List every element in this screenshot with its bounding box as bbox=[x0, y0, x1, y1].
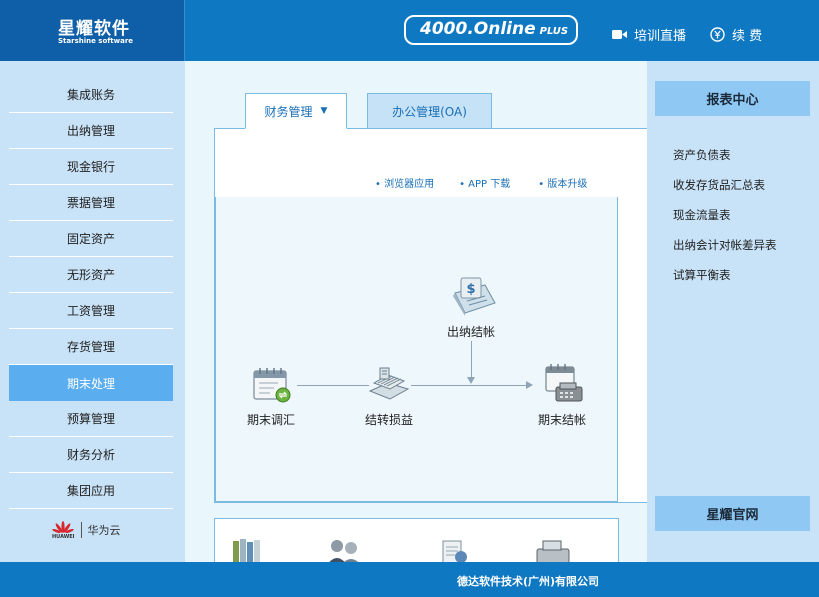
cash-register-icon[interactable] bbox=[533, 537, 573, 562]
sidebar-item-financial-analysis[interactable]: 财务分析 bbox=[9, 437, 173, 473]
version-upgrade-link[interactable]: • 版本升级 bbox=[538, 175, 587, 190]
report-center-button[interactable]: 报表中心 bbox=[655, 81, 810, 116]
calendar-register-icon bbox=[545, 364, 583, 402]
arrow-right-icon bbox=[526, 381, 533, 389]
users-icon[interactable] bbox=[323, 537, 367, 562]
arrow-down-icon bbox=[467, 377, 475, 384]
tab-finance[interactable]: 财务管理 ▼ bbox=[245, 93, 347, 129]
flow-node-exchange-adjust-label: 期末调汇 bbox=[246, 413, 295, 427]
brand-name: 4000.Online bbox=[420, 19, 536, 39]
sidebar-item-fixed-assets[interactable]: 固定资产 bbox=[9, 221, 173, 257]
brand-suffix: PLUS bbox=[539, 26, 569, 37]
left-sidebar: 集成账务 出纳管理 现金银行 票据管理 固定资产 无形资产 工资管理 存货管理 … bbox=[0, 61, 185, 562]
flow-node-exchange-adjust[interactable]: 期末调汇 bbox=[243, 365, 299, 428]
yen-coin-icon bbox=[710, 27, 725, 42]
period-end-flow-panel bbox=[215, 197, 618, 502]
binders-icon[interactable] bbox=[231, 537, 265, 562]
flow-node-cashier-close[interactable]: $ 出纳结帐 bbox=[443, 275, 499, 340]
sidebar-item-period-end[interactable]: 期末处理 bbox=[9, 365, 173, 401]
flow-node-period-close[interactable]: 期末结帐 bbox=[533, 363, 591, 428]
sidebar-item-cash-bank[interactable]: 现金银行 bbox=[9, 149, 173, 185]
flow-node-cashier-close-label: 出纳结帐 bbox=[446, 325, 495, 339]
documents-icon[interactable] bbox=[437, 537, 471, 562]
sidebar-item-integrated-accounting[interactable]: 集成账务 bbox=[9, 77, 173, 113]
cashier-close-icon: $ bbox=[453, 277, 496, 316]
logo-subtitle: Starshine software bbox=[58, 37, 134, 45]
product-brand: 4000.Online PLUS bbox=[404, 15, 578, 45]
official-website-button[interactable]: 星耀官网 bbox=[655, 496, 810, 531]
quick-links: • 浏览器应用 • APP 下载 • 版本升级 bbox=[375, 175, 587, 190]
main-content: 财务管理 ▼ 办公管理(OA) • 浏览器应用 • APP 下载 • 版本升级 … bbox=[185, 61, 647, 562]
tab-office-oa-label: 办公管理(OA) bbox=[392, 104, 467, 119]
app-download-link[interactable]: • APP 下载 bbox=[459, 175, 510, 190]
huawei-cloud-logo[interactable]: HUAWEI 华为云 bbox=[52, 520, 121, 540]
sidebar-item-intangible-assets[interactable]: 无形资产 bbox=[9, 257, 173, 293]
live-training-link[interactable]: 培训直播 bbox=[612, 25, 686, 44]
huawei-flower-icon bbox=[52, 521, 75, 533]
sidebar-item-budget[interactable]: 预算管理 bbox=[9, 401, 173, 437]
flow-connector bbox=[471, 341, 472, 379]
tab-finance-label: 财务管理 bbox=[264, 104, 313, 119]
dropdown-arrow-icon: ▼ bbox=[320, 106, 328, 116]
sidebar-item-group[interactable]: 集团应用 bbox=[9, 473, 173, 509]
report-trial-balance-link[interactable]: 试算平衡表 bbox=[673, 267, 731, 283]
sidebar-item-payroll[interactable]: 工资管理 bbox=[9, 293, 173, 329]
renew-label: 续 费 bbox=[732, 29, 763, 44]
flow-node-carry-forward[interactable]: 结转损益 bbox=[361, 365, 417, 428]
company-name: 德达软件技术(广州)有限公司 bbox=[457, 575, 600, 588]
partner-label: 华为云 bbox=[80, 522, 121, 538]
sidebar-item-inventory[interactable]: 存货管理 bbox=[9, 329, 173, 365]
flow-node-period-close-label: 期末结帐 bbox=[537, 413, 586, 427]
report-balance-sheet-link[interactable]: 资产负债表 bbox=[673, 147, 731, 163]
video-camera-icon bbox=[612, 30, 627, 39]
flow-connector bbox=[411, 385, 527, 386]
logo[interactable]: 星耀软件 Starshine software bbox=[0, 0, 185, 61]
footer-bar: 德达软件技术(广州)有限公司 bbox=[0, 562, 819, 597]
ledger-transfer-icon bbox=[368, 367, 410, 400]
flow-connector bbox=[297, 385, 369, 386]
sidebar-item-cashier[interactable]: 出纳管理 bbox=[9, 113, 173, 149]
svg-text:$: $ bbox=[466, 282, 475, 297]
tab-office-oa[interactable]: 办公管理(OA) bbox=[367, 93, 492, 129]
header-bar: 星耀软件 Starshine software 4000.Online PLUS … bbox=[0, 0, 819, 61]
report-inventory-summary-link[interactable]: 收发存货品汇总表 bbox=[673, 177, 765, 193]
report-reconciliation-link[interactable]: 出纳会计对帐差异表 bbox=[673, 237, 777, 253]
sidebar-item-bills[interactable]: 票据管理 bbox=[9, 185, 173, 221]
huawei-wordmark: HUAWEI bbox=[52, 534, 75, 540]
right-sidebar: 报表中心 资产负债表 收发存货品汇总表 现金流量表 出纳会计对帐差异表 试算平衡… bbox=[647, 61, 819, 562]
logo-title: 星耀软件 bbox=[58, 19, 130, 39]
browser-app-link[interactable]: • 浏览器应用 bbox=[375, 175, 434, 190]
bottom-module-panel bbox=[214, 518, 619, 562]
renew-link[interactable]: 续 费 bbox=[710, 25, 762, 44]
report-cash-flow-link[interactable]: 现金流量表 bbox=[673, 207, 731, 223]
flow-node-carry-forward-label: 结转损益 bbox=[364, 413, 413, 427]
calendar-exchange-icon bbox=[253, 368, 291, 403]
live-training-label: 培训直播 bbox=[634, 29, 687, 44]
